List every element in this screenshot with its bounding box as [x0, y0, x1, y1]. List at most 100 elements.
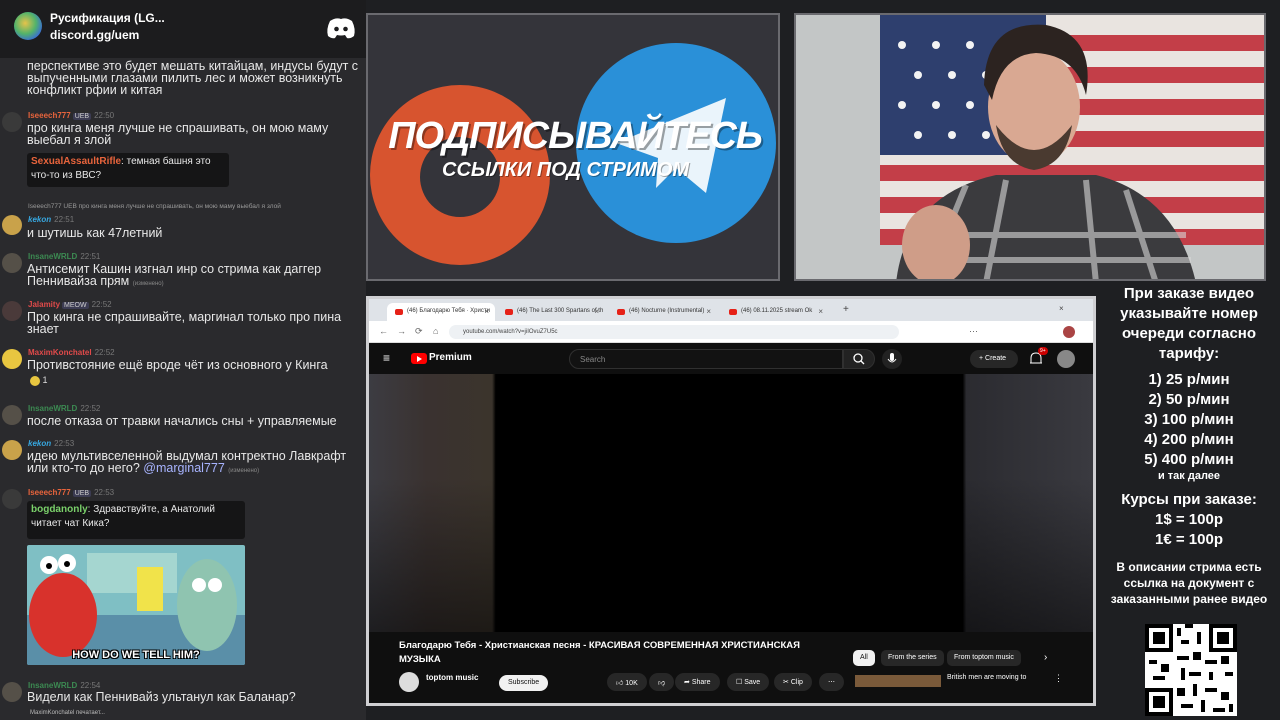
qr-code-image: [1145, 624, 1237, 716]
save-icon: ☐: [736, 679, 743, 686]
message-text: и шутишь как 47летний: [27, 226, 163, 240]
discord-icon: [327, 18, 355, 39]
more-icon: ⋯: [828, 679, 835, 686]
search-icon: [853, 353, 865, 365]
clip-button[interactable]: ✂ Clip: [774, 673, 812, 691]
chip-all[interactable]: All: [853, 650, 875, 666]
username[interactable]: InsaneWRLD: [28, 404, 77, 413]
browser-tab[interactable]: (46) Благодарю Тебя · Христи ×: [387, 303, 495, 321]
username[interactable]: MaximKonchatel: [28, 348, 92, 357]
promo-banner: ПОДПИСЫВАЙТЕСЬ ССЫЛКИ ПОД СТРИМОМ: [366, 13, 780, 281]
webcam-image: [796, 15, 1264, 279]
close-tab-icon[interactable]: ×: [818, 307, 823, 316]
video-title: Благодарю Тебя - Христианская песня - КР…: [399, 640, 800, 665]
user-badge: UEB: [72, 490, 92, 497]
back-icon[interactable]: ←: [379, 326, 388, 336]
account-avatar[interactable]: [1057, 350, 1075, 368]
qr-code: [1145, 624, 1237, 716]
username[interactable]: Jalamity: [28, 300, 60, 309]
reload-icon[interactable]: ⟳: [415, 326, 423, 337]
close-tab-icon[interactable]: ×: [594, 307, 599, 316]
video-player[interactable]: [369, 374, 1093, 632]
profile-avatar[interactable]: [1063, 326, 1075, 338]
username[interactable]: InsaneWRLD: [28, 252, 77, 261]
message-text: Противстояние ещё вроде чёт из основного…: [27, 358, 328, 372]
browser-tab[interactable]: (46) 08.11.2025 stream Ok ×: [721, 303, 829, 321]
youtube-favicon-icon: [617, 309, 625, 315]
dislike-button[interactable]: 👎︎: [649, 673, 675, 691]
avatar: [2, 489, 22, 509]
recommended-thumbnail[interactable]: [855, 675, 941, 687]
menu-icon[interactable]: ≡: [383, 351, 390, 365]
message-text: про кинга меня лучше не спрашивать, он м…: [27, 121, 329, 147]
youtube-favicon-icon: [505, 309, 513, 315]
browser-tab[interactable]: (46) The Last 300 Spartans of th ×: [497, 303, 605, 321]
mic-button[interactable]: [882, 349, 902, 369]
user-badge: UEB: [72, 113, 92, 120]
timestamp: 22:50: [94, 111, 115, 120]
forward-icon[interactable]: →: [397, 326, 406, 336]
timestamp: 22:54: [80, 681, 101, 690]
recommended-title[interactable]: British men are moving to: [947, 674, 1026, 681]
youtube-favicon-icon: [729, 309, 737, 315]
kebab-menu-icon[interactable]: ⋮: [1054, 673, 1063, 684]
username[interactable]: SexualAssaultRifle: [31, 156, 121, 167]
close-window-icon[interactable]: ×: [1059, 304, 1064, 313]
username[interactable]: InsaneWRLD: [28, 681, 77, 690]
save-button[interactable]: ☐ Save: [727, 673, 770, 691]
avatar: [2, 440, 22, 460]
mention[interactable]: @marginal777: [143, 461, 224, 475]
user-badge: MEOW: [62, 302, 89, 309]
create-button[interactable]: + Create: [970, 350, 1018, 368]
avatar: [2, 405, 22, 425]
rate-item: 1) 25 р/мин: [1148, 371, 1230, 388]
tab-bar: (46) Благодарю Тебя · Христи × (46) The L…: [369, 299, 1093, 321]
browser-window: (46) Благодарю Тебя · Христи × (46) The L…: [366, 296, 1096, 706]
discord-banner[interactable]: Русификация (LG... discord.gg/uem: [0, 0, 366, 58]
username[interactable]: kekon: [28, 439, 51, 448]
exchange-heading: Курсы при заказе:: [1121, 491, 1257, 508]
username[interactable]: Iseeech777: [28, 488, 71, 497]
quoted-message: bogdanonly: Здравствуйте, а Анатолий чит…: [27, 501, 245, 539]
channel-avatar[interactable]: [399, 672, 419, 692]
youtube-logo-icon[interactable]: [411, 353, 427, 364]
search-button[interactable]: [843, 349, 875, 369]
timestamp: 22:51: [80, 252, 101, 261]
discord-invite: discord.gg/uem: [50, 28, 140, 42]
meme-illustration: [27, 545, 245, 665]
thumbs-up-icon: 👍︎: [616, 680, 624, 687]
stream-layout: Русификация (LG... discord.gg/uem перспе…: [0, 0, 1280, 720]
highlight-message: SexualAssaultRifle: темная башня это что…: [27, 153, 229, 187]
home-icon[interactable]: ⌂: [433, 326, 438, 336]
youtube-brand: Premium: [429, 352, 472, 363]
chevron-right-icon[interactable]: ›: [1044, 652, 1047, 663]
avatar: [2, 112, 22, 132]
share-button[interactable]: ➦ Share: [675, 673, 720, 691]
chip-from-series[interactable]: From the series: [881, 650, 944, 666]
timestamp: 22:51: [54, 215, 75, 224]
meme-image[interactable]: HOW DO WE TELL HIM?: [27, 545, 245, 665]
message-text: после отказа от травки начались сны + уп…: [27, 414, 337, 428]
search-input[interactable]: Search: [569, 349, 843, 369]
chip-from-channel[interactable]: From toptom music: [947, 650, 1021, 666]
message-text: Антисемит Кашин изгнал инр со стрима как…: [27, 262, 322, 288]
username[interactable]: kekon: [28, 215, 51, 224]
close-tab-icon[interactable]: ×: [484, 307, 489, 316]
timestamp: 22:53: [94, 488, 115, 497]
typing-indicator: MaximKonchatel печатает...: [30, 710, 105, 716]
subscribe-button[interactable]: Subscribe: [499, 675, 549, 691]
like-button[interactable]: 👍︎ 10K: [607, 673, 647, 691]
avatar: [2, 253, 22, 273]
extensions-icon[interactable]: ⋯: [969, 326, 978, 337]
browser-tab[interactable]: (46) Nocturne (Instrumental) ×: [609, 303, 717, 321]
timestamp: 22:52: [91, 300, 112, 309]
share-icon: ➦: [684, 679, 690, 686]
close-tab-icon[interactable]: ×: [706, 307, 711, 316]
new-tab-icon[interactable]: +: [843, 304, 849, 315]
username[interactable]: Iseeech777: [28, 111, 71, 120]
channel-name[interactable]: toptom music: [426, 673, 478, 682]
url-field[interactable]: youtube.com/watch?v=jiIOvuZ7U5c: [449, 325, 899, 339]
youtube-favicon-icon: [395, 309, 403, 315]
reaction[interactable]: 1: [30, 375, 48, 386]
more-actions-button[interactable]: ⋯: [819, 673, 844, 691]
